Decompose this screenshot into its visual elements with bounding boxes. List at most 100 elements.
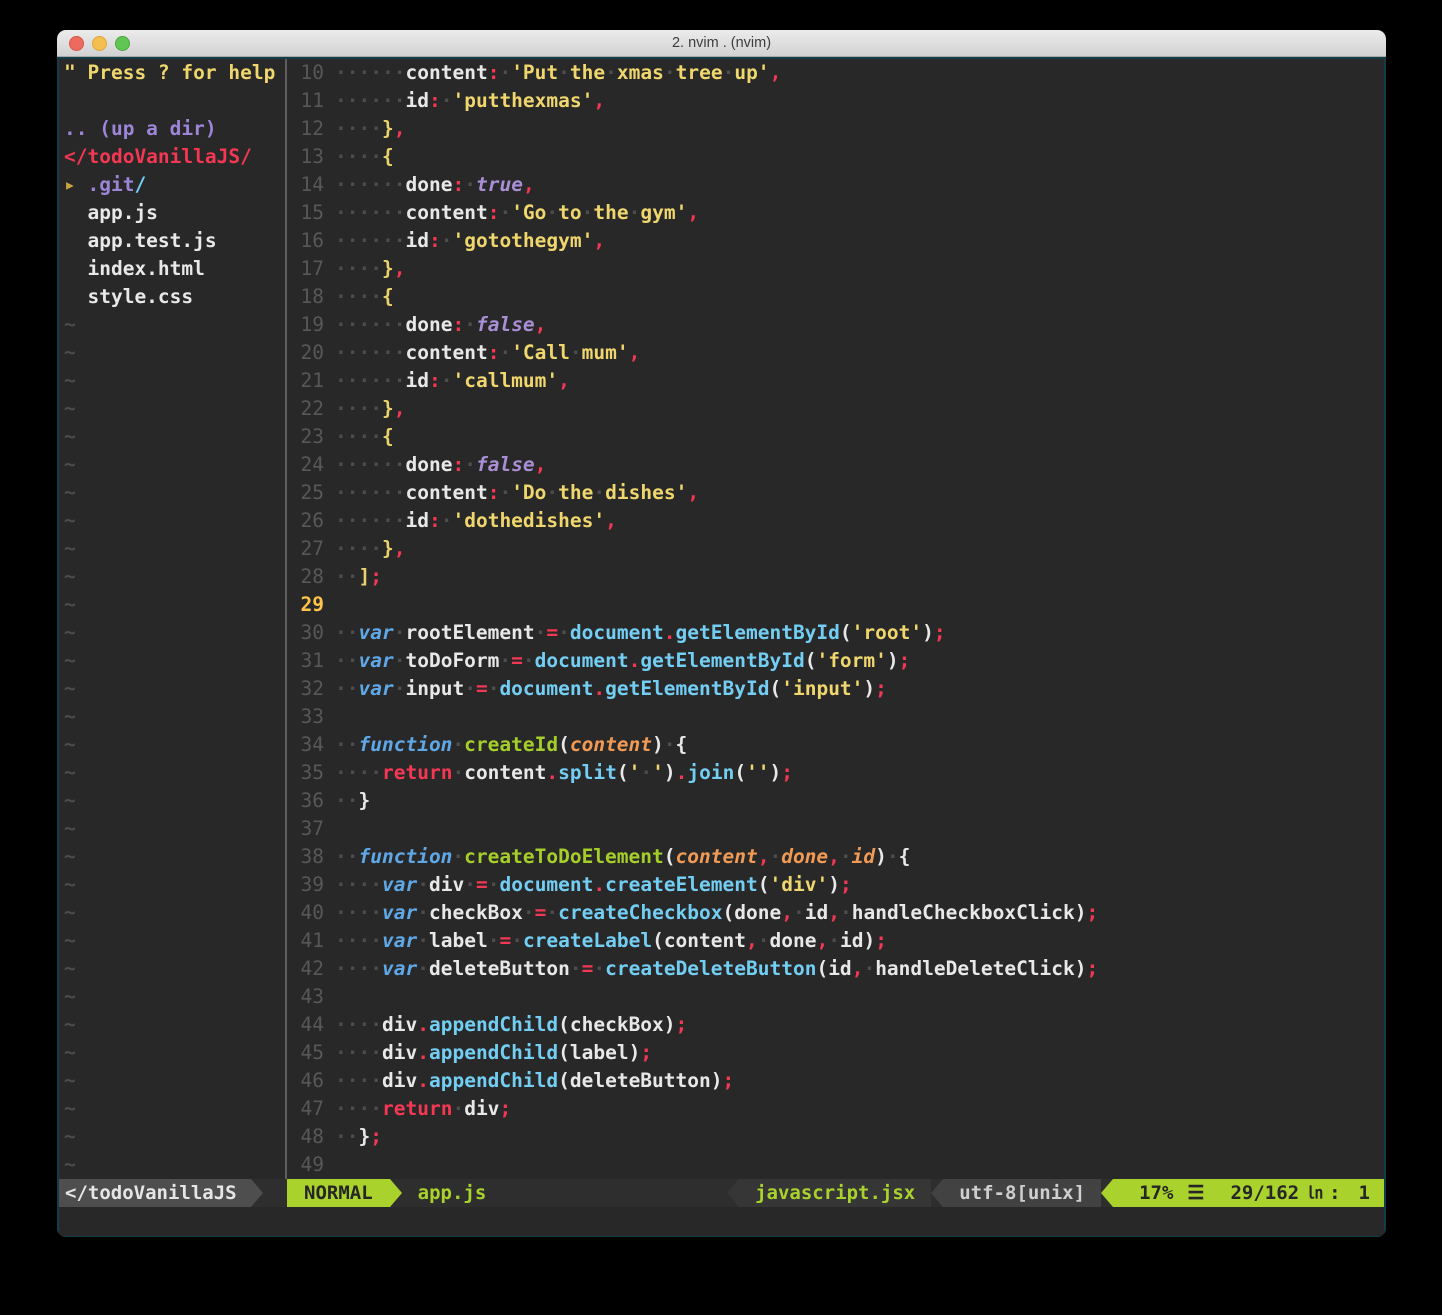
code-line[interactable]: 42····var·deleteButton·=·createDeleteBut… <box>287 955 1384 983</box>
editor-rows-area: " Press ? for help .. (up a dir)</todoVan… <box>59 59 1384 1179</box>
line-number: 24 <box>287 451 324 479</box>
line-number: 23 <box>287 423 324 451</box>
code-line[interactable]: 39····var·div·=·document.createElement('… <box>287 871 1384 899</box>
file-tree: " Press ? for help .. (up a dir)</todoVan… <box>59 59 285 1179</box>
line-number: 22 <box>287 395 324 423</box>
code-line[interactable]: 10······content:·'Put·the·xmas·tree·up', <box>287 59 1384 87</box>
code-line[interactable]: 13····{ <box>287 143 1384 171</box>
code-line[interactable]: 19······done:·false, <box>287 311 1384 339</box>
code-line[interactable]: 37 <box>287 815 1384 843</box>
empty-buffer-tilde: ~ <box>59 731 285 759</box>
window-title: 2. nvim . (nvim) <box>57 30 1386 56</box>
code-line[interactable]: 11······id:·'putthexmas', <box>287 87 1384 115</box>
line-number: 36 <box>287 787 324 815</box>
tree-item[interactable]: .. (up a dir) <box>59 115 285 143</box>
tree-item[interactable] <box>59 87 285 115</box>
tree-item[interactable]: " Press ? for help <box>59 59 285 87</box>
code-line[interactable]: 12····}, <box>287 115 1384 143</box>
line-number: 33 <box>287 703 324 731</box>
line-number: 29 <box>287 591 324 619</box>
empty-buffer-tilde: ~ <box>59 479 285 507</box>
line-number: 31 <box>287 647 324 675</box>
code-line[interactable]: 25······content:·'Do·the·dishes', <box>287 479 1384 507</box>
title-bar[interactable]: 2. nvim . (nvim) <box>57 30 1386 57</box>
tree-item[interactable]: ▸ .git/ <box>59 171 285 199</box>
empty-buffer-tilde: ~ <box>59 1123 285 1151</box>
code-editor[interactable]: 10······content:·'Put·the·xmas·tree·up',… <box>287 59 1384 1179</box>
status-position: 17% ☰ 29/162 ㏑ : 1 <box>1113 1179 1384 1207</box>
line-number: 42 <box>287 955 324 983</box>
empty-buffer-tilde: ~ <box>59 843 285 871</box>
code-line[interactable]: 44····div.appendChild(checkBox); <box>287 1011 1384 1039</box>
line-number: 30 <box>287 619 324 647</box>
code-line[interactable]: 28··]; <box>287 563 1384 591</box>
code-line[interactable]: 46····div.appendChild(deleteButton); <box>287 1067 1384 1095</box>
code-line[interactable]: 38··function·createToDoElement(content,·… <box>287 843 1384 871</box>
status-filename: app.js <box>402 1179 503 1207</box>
empty-buffer-tilde: ~ <box>59 1039 285 1067</box>
code-line[interactable]: 15······content:·'Go·to·the·gym', <box>287 199 1384 227</box>
code-line[interactable]: 21······id:·'callmum', <box>287 367 1384 395</box>
code-line[interactable]: 29 <box>287 591 1384 619</box>
powerline-arrow-icon <box>931 1179 943 1207</box>
tree-item[interactable]: app.js <box>59 199 285 227</box>
code-line[interactable]: 47····return·div; <box>287 1095 1384 1123</box>
code-line[interactable]: 33 <box>287 703 1384 731</box>
code-line[interactable]: 18····{ <box>287 283 1384 311</box>
line-number: 25 <box>287 479 324 507</box>
code-line[interactable]: 43 <box>287 983 1384 1011</box>
line-number: 16 <box>287 227 324 255</box>
code-line[interactable]: 23····{ <box>287 423 1384 451</box>
code-line[interactable]: 35····return·content.split('·').join('')… <box>287 759 1384 787</box>
command-line[interactable] <box>59 1207 1384 1236</box>
code-line[interactable]: 26······id:·'dothedishes', <box>287 507 1384 535</box>
line-number: 41 <box>287 927 324 955</box>
code-line[interactable]: 32··var·input·=·document.getElementById(… <box>287 675 1384 703</box>
tree-item[interactable]: </todoVanillaJS/ <box>59 143 285 171</box>
line-number: 47 <box>287 1095 324 1123</box>
code-line[interactable]: 30··var·rootElement·=·document.getElemen… <box>287 619 1384 647</box>
sidebar-status-path: </todoVanillaJS <box>59 1179 251 1207</box>
empty-buffer-tilde: ~ <box>59 1067 285 1095</box>
code-line[interactable]: 20······content:·'Call·mum', <box>287 339 1384 367</box>
code-line[interactable]: 48··}; <box>287 1123 1384 1151</box>
code-line[interactable]: 27····}, <box>287 535 1384 563</box>
code-line[interactable]: 36··} <box>287 787 1384 815</box>
empty-buffer-tilde: ~ <box>59 563 285 591</box>
status-spacer <box>502 1179 727 1207</box>
code-line[interactable]: 49 <box>287 1151 1384 1179</box>
code-line[interactable]: 24······done:·false, <box>287 451 1384 479</box>
empty-buffer-tilde: ~ <box>59 591 285 619</box>
status-encoding: utf-8[unix] <box>943 1179 1101 1207</box>
line-number: 19 <box>287 311 324 339</box>
tree-item[interactable]: app.test.js <box>59 227 285 255</box>
code-line[interactable]: 22····}, <box>287 395 1384 423</box>
code-line[interactable]: 34··function·createId(content)·{ <box>287 731 1384 759</box>
code-line[interactable]: 31··var·toDoForm·=·document.getElementBy… <box>287 647 1384 675</box>
code-line[interactable]: 40····var·checkBox·=·createCheckbox(done… <box>287 899 1384 927</box>
line-number: 17 <box>287 255 324 283</box>
code-line[interactable]: 45····div.appendChild(label); <box>287 1039 1384 1067</box>
line-number: 27 <box>287 535 324 563</box>
line-number: 13 <box>287 143 324 171</box>
powerline-arrow-icon <box>390 1179 402 1207</box>
empty-buffer-tilde: ~ <box>59 647 285 675</box>
line-number: 44 <box>287 1011 324 1039</box>
status-filetype: javascript.jsx <box>739 1179 931 1207</box>
code-line[interactable]: 14······done:·true, <box>287 171 1384 199</box>
empty-buffer-tilde: ~ <box>59 675 285 703</box>
line-number: 45 <box>287 1039 324 1067</box>
column-number: 1 <box>1359 1179 1370 1207</box>
tree-item[interactable]: style.css <box>59 283 285 311</box>
tree-item[interactable]: index.html <box>59 255 285 283</box>
line-number: 37 <box>287 815 324 843</box>
code-line[interactable]: 17····}, <box>287 255 1384 283</box>
line-number: 34 <box>287 731 324 759</box>
line-number: 38 <box>287 843 324 871</box>
code-line[interactable]: 41····var·label·=·createLabel(content,·d… <box>287 927 1384 955</box>
empty-buffer-tilde: ~ <box>59 423 285 451</box>
position-colon: : <box>1329 1179 1340 1207</box>
line-number: 12 <box>287 115 324 143</box>
empty-buffer-tilde: ~ <box>59 927 285 955</box>
code-line[interactable]: 16······id:·'gotothegym', <box>287 227 1384 255</box>
